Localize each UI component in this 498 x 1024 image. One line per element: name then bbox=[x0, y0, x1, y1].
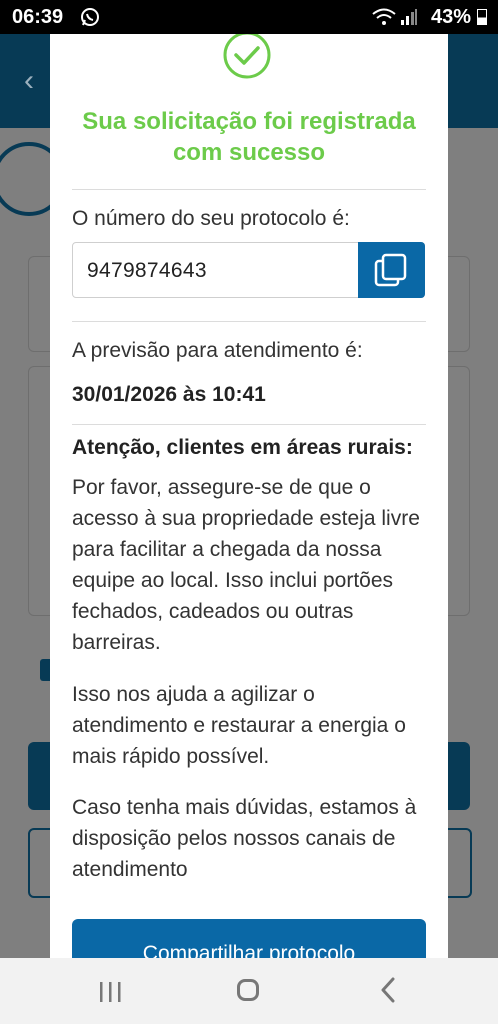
protocol-label: O número do seu protocolo é: bbox=[72, 207, 350, 230]
forecast-value: 30/01/2026 às 10:41 bbox=[72, 383, 266, 406]
success-dialog: Sua solicitação foi registrada com suces… bbox=[50, 34, 448, 958]
copy-icon bbox=[374, 253, 407, 287]
back-icon[interactable] bbox=[378, 976, 398, 1004]
protocol-number[interactable]: 9479874643 bbox=[87, 259, 207, 283]
battery-icon bbox=[477, 9, 487, 25]
protocol-field[interactable]: 9479874643 bbox=[72, 242, 425, 298]
divider bbox=[72, 189, 426, 190]
back-arrow-icon: ‹ bbox=[24, 64, 34, 97]
success-title: Sua solicitação foi registrada com suces… bbox=[82, 108, 416, 166]
attention-paragraph: Por favor, assegure-se de que o acesso à… bbox=[72, 476, 420, 654]
attention-title: Atenção, clientes em áreas rurais: bbox=[72, 436, 413, 459]
status-bar: 06:39 43% bbox=[0, 0, 498, 34]
wifi-icon bbox=[372, 8, 396, 25]
signal-icon bbox=[401, 9, 417, 25]
divider bbox=[72, 424, 426, 425]
navigation-bar bbox=[0, 958, 498, 1024]
home-icon[interactable] bbox=[237, 979, 259, 1001]
copy-button[interactable] bbox=[358, 242, 425, 298]
divider bbox=[72, 321, 426, 322]
whatsapp-icon bbox=[81, 8, 99, 26]
attention-paragraph: Isso nos ajuda a agilizar o atendimento … bbox=[72, 683, 406, 768]
share-protocol-button[interactable]: Compartilhar protocolo bbox=[72, 919, 426, 958]
status-time: 06:39 bbox=[12, 6, 64, 28]
contact-paragraph: Caso tenha mais dúvidas, estamos à dispo… bbox=[72, 796, 417, 881]
recent-apps-icon[interactable] bbox=[98, 980, 124, 1004]
battery-percent: 43% bbox=[431, 6, 472, 28]
check-circle-icon bbox=[223, 34, 271, 79]
forecast-label: A previsão para atendimento é: bbox=[72, 339, 363, 362]
